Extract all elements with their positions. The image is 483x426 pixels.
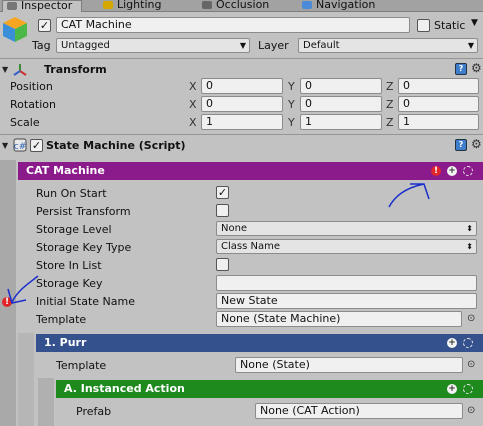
axis-z-label[interactable]: Z	[386, 80, 394, 93]
initial-state-name-label: Initial State Name	[36, 295, 135, 308]
divider	[0, 58, 483, 59]
transform-axes-icon	[13, 64, 27, 76]
purr-template-object-field[interactable]: None (State)	[235, 357, 463, 373]
layer-dropdown[interactable]: Default ▼	[298, 38, 478, 53]
add-icon[interactable]: +	[447, 384, 457, 394]
chevron-updown-icon: ⬍	[466, 224, 473, 233]
persist-transform-label: Persist Transform	[36, 205, 131, 218]
state-machine-title: State Machine (Script)	[46, 139, 186, 152]
chevron-down-icon: ▼	[467, 41, 474, 50]
divider	[0, 134, 483, 135]
lighting-icon	[103, 1, 113, 9]
axis-x-label[interactable]: X	[189, 98, 197, 111]
gear-icon[interactable]: ⚙	[471, 62, 482, 74]
add-icon[interactable]: +	[447, 338, 457, 348]
left-gutter	[0, 160, 16, 426]
axis-y-label[interactable]: Y	[288, 116, 295, 129]
scale-y-field[interactable]: 1	[300, 114, 382, 130]
store-in-list-checkbox[interactable]	[216, 258, 229, 271]
rotation-label: Rotation	[10, 98, 57, 111]
arrow-annotation-top	[388, 183, 430, 208]
state-machine-foldout-arrow-icon[interactable]: ▼	[2, 141, 8, 150]
prefab-label: Prefab	[76, 405, 112, 418]
axis-x-label[interactable]: X	[189, 80, 197, 93]
picker-dots-icon[interactable]	[463, 384, 473, 394]
tag-label: Tag	[32, 39, 51, 52]
object-picker-icon[interactable]: ⊙	[467, 359, 475, 370]
add-icon[interactable]: +	[447, 166, 457, 176]
run-on-start-checkbox[interactable]: ✓	[216, 186, 229, 199]
axis-y-label[interactable]: Y	[288, 80, 295, 93]
instanced-action-bar[interactable]: A. Instanced Action	[56, 380, 483, 398]
picker-dots-icon[interactable]	[463, 338, 473, 348]
svg-text:c#: c#	[14, 142, 27, 152]
transform-foldout-arrow-icon[interactable]: ▼	[2, 65, 8, 74]
layer-label: Layer	[258, 39, 289, 52]
position-z-field[interactable]: 0	[398, 78, 479, 94]
rotation-x-field[interactable]: 0	[201, 96, 283, 112]
persist-transform-checkbox[interactable]	[216, 204, 229, 217]
static-checkbox[interactable]	[417, 19, 430, 32]
tab-occlusion[interactable]: Occlusion	[202, 0, 282, 12]
purr-bar[interactable]: 1. Purr	[36, 334, 483, 352]
storage-key-type-label: Storage Key Type	[36, 241, 132, 254]
chevron-updown-icon: ⬍	[466, 242, 473, 251]
scale-x-field[interactable]: 1	[201, 114, 283, 130]
picker-dots-icon[interactable]	[463, 166, 473, 176]
nested-gutter	[38, 378, 54, 426]
run-on-start-label: Run On Start	[36, 187, 107, 200]
active-checkbox[interactable]: ✓	[38, 19, 51, 32]
tab-lighting[interactable]: Lighting	[103, 0, 183, 12]
inspector-icon	[7, 2, 17, 10]
store-in-list-label: Store In List	[36, 259, 102, 272]
navigation-icon	[302, 1, 312, 9]
object-picker-icon[interactable]: ⊙	[467, 313, 475, 324]
scale-z-field[interactable]: 1	[398, 114, 479, 130]
initial-state-name-field[interactable]: New State	[216, 293, 477, 309]
position-y-field[interactable]: 0	[300, 78, 382, 94]
cat-machine-bar[interactable]: CAT Machine	[18, 162, 483, 180]
static-label: Static	[434, 19, 466, 32]
transform-title: Transform	[44, 63, 107, 76]
tab-bar: Inspector Lighting Occlusion Navigation	[0, 0, 483, 12]
storage-key-type-dropdown[interactable]: Class Name ⬍	[216, 239, 477, 254]
tab-navigation[interactable]: Navigation	[302, 0, 392, 12]
axis-y-label[interactable]: Y	[288, 98, 295, 111]
storage-level-dropdown[interactable]: None ⬍	[216, 221, 477, 236]
help-book-icon[interactable]: ?	[455, 63, 467, 75]
object-picker-icon[interactable]: ⊙	[467, 405, 475, 416]
occlusion-icon	[202, 1, 212, 9]
nested-gutter	[18, 333, 34, 426]
axis-z-label[interactable]: Z	[386, 98, 394, 111]
static-dropdown-arrow-icon[interactable]: ▼	[471, 18, 478, 28]
state-machine-enabled-checkbox[interactable]: ✓	[30, 139, 43, 152]
tag-dropdown[interactable]: Untagged ▼	[56, 38, 250, 53]
script-icon: c#	[13, 138, 27, 152]
object-name-field[interactable]: CAT Machine	[56, 17, 410, 33]
position-label: Position	[10, 80, 53, 93]
chevron-down-icon: ▼	[239, 41, 246, 50]
prefab-object-field[interactable]: None (CAT Action)	[255, 403, 463, 419]
scale-label: Scale	[10, 116, 40, 129]
template-label: Template	[36, 313, 87, 326]
axis-z-label[interactable]: Z	[386, 116, 394, 129]
warning-icon[interactable]: !	[431, 166, 441, 176]
help-book-icon[interactable]: ?	[455, 139, 467, 151]
rotation-y-field[interactable]: 0	[300, 96, 382, 112]
storage-key-label: Storage Key	[36, 277, 103, 290]
tab-inspector[interactable]: Inspector	[2, 0, 82, 12]
position-x-field[interactable]: 0	[201, 78, 283, 94]
template-object-field[interactable]: None (State Machine)	[216, 311, 462, 327]
purr-template-label: Template	[56, 359, 107, 372]
warning-icon[interactable]: !	[2, 297, 12, 307]
axis-x-label[interactable]: X	[189, 116, 197, 129]
rotation-z-field[interactable]: 0	[398, 96, 479, 112]
storage-key-field[interactable]	[216, 275, 477, 291]
gear-icon[interactable]: ⚙	[471, 138, 482, 150]
storage-level-label: Storage Level	[36, 223, 112, 236]
gameobject-cube-icon	[3, 17, 27, 42]
